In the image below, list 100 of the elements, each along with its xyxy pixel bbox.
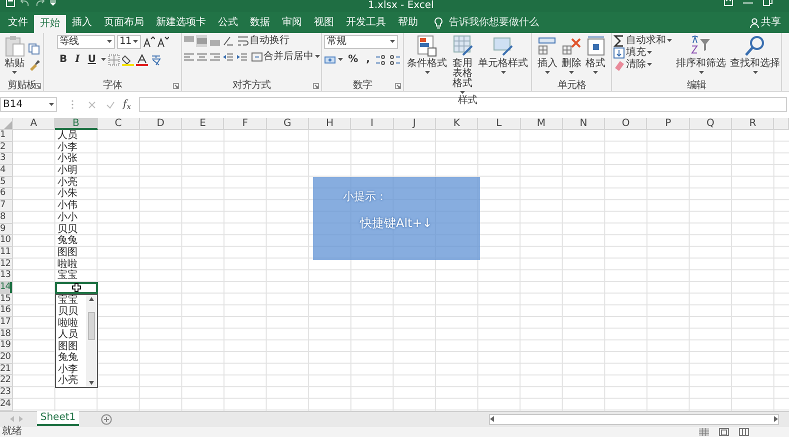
- row-header[interactable]: 6: [0, 188, 13, 200]
- font-name-field[interactable]: 等线: [56, 35, 114, 49]
- ribbon-button[interactable]: 条件格式: [406, 35, 448, 75]
- ribbon-button[interactable]: 格式: [584, 35, 606, 75]
- column-header[interactable]: B: [55, 118, 98, 130]
- column-header[interactable]: O: [605, 118, 648, 130]
- ribbon-tab[interactable]: 页面布局: [98, 12, 150, 33]
- column-header[interactable]: D: [140, 118, 182, 130]
- ribbon-tab[interactable]: 插入: [66, 12, 98, 33]
- insert-function-button[interactable]: f$_{x}$: [119, 97, 135, 112]
- row-header[interactable]: 5: [0, 176, 13, 188]
- row-header[interactable]: 22: [0, 375, 13, 388]
- column-header[interactable]: G: [266, 118, 310, 130]
- ribbon-tab[interactable]: 帮助: [392, 12, 424, 33]
- list-item[interactable]: 贝贝: [58, 306, 86, 318]
- row-header[interactable]: 4: [0, 165, 13, 177]
- ribbon-button[interactable]: 删除: [560, 35, 582, 75]
- merge-icon[interactable]: [250, 51, 262, 63]
- row-header[interactable]: 16: [0, 305, 13, 317]
- ribbon-tab[interactable]: 审阅: [276, 12, 308, 33]
- undo-icon[interactable]: [20, 0, 30, 7]
- list-item[interactable]: 人员: [58, 329, 86, 341]
- column-header[interactable]: P: [647, 118, 690, 130]
- list-item[interactable]: 啦啦: [58, 318, 86, 330]
- name-box[interactable]: B14: [0, 97, 57, 112]
- column-header[interactable]: L: [478, 118, 521, 130]
- row-header[interactable]: 1: [0, 130, 13, 142]
- dialog-launcher-icon[interactable]: [395, 83, 401, 89]
- scrollbar[interactable]: [86, 294, 97, 387]
- ribbon-button[interactable]: 查找和选择: [729, 35, 781, 75]
- column-header[interactable]: K: [436, 118, 478, 130]
- percent-button[interactable]: %: [345, 53, 362, 67]
- fill-down-icon[interactable]: [613, 47, 625, 59]
- row-header[interactable]: 15: [0, 294, 13, 306]
- copy-icon[interactable]: [28, 43, 40, 55]
- dialog-launcher-icon[interactable]: [35, 83, 41, 89]
- grow-font-icon[interactable]: [142, 36, 154, 48]
- row-header[interactable]: 11: [0, 246, 13, 259]
- column-header[interactable]: R: [732, 118, 774, 130]
- row-header[interactable]: 24: [0, 398, 13, 410]
- row-header[interactable]: 20: [0, 352, 13, 364]
- add-sheet-icon[interactable]: [101, 414, 112, 424]
- currency-icon[interactable]: [324, 54, 336, 66]
- column-header[interactable]: H: [309, 118, 352, 130]
- fill-color-icon[interactable]: [122, 54, 134, 66]
- column-header[interactable]: M: [520, 118, 563, 130]
- decrease-decimal-icon[interactable]: [388, 54, 401, 66]
- ribbon-button[interactable]: 排序和筛选: [675, 35, 727, 75]
- horizontal-scrollbar[interactable]: [489, 414, 779, 424]
- font-size-field[interactable]: 11: [116, 35, 140, 49]
- dropdown-list[interactable]: 宝宝 贝贝 啦啦 人员 图图 兔兔 小李 小亮: [55, 294, 98, 388]
- column-header[interactable]: A: [13, 118, 56, 130]
- ribbon-button[interactable]: 套用表格格式: [450, 35, 475, 95]
- row-header[interactable]: 17: [0, 317, 13, 329]
- column-header[interactable]: I: [351, 118, 394, 130]
- format-button[interactable]: I: [72, 53, 83, 67]
- phonetic-icon[interactable]: [150, 54, 162, 66]
- row-header[interactable]: 19: [0, 340, 13, 352]
- column-header[interactable]: C: [98, 118, 140, 130]
- align-right-icon[interactable]: [208, 51, 220, 63]
- ribbon-button[interactable]: 插入: [536, 35, 558, 75]
- dialog-launcher-icon[interactable]: [173, 83, 179, 89]
- column-header[interactable]: E: [182, 118, 224, 130]
- row-header[interactable]: 23: [0, 387, 13, 399]
- ribbon-button[interactable]: 清除: [612, 59, 673, 71]
- middle-align-icon[interactable]: [196, 35, 206, 47]
- list-item[interactable]: 图图: [58, 340, 86, 352]
- row-header[interactable]: 14: [0, 282, 13, 294]
- row-header[interactable]: 3: [0, 153, 13, 166]
- font-color-icon[interactable]: [136, 54, 148, 66]
- page-break-icon[interactable]: [739, 428, 749, 436]
- sum-icon[interactable]: [613, 35, 625, 47]
- wrap-text-icon[interactable]: [236, 35, 248, 47]
- ribbon-tab[interactable]: 数据: [244, 12, 276, 33]
- ribbon-button[interactable]: 粘贴: [4, 35, 26, 75]
- row-header[interactable]: 21: [0, 364, 13, 376]
- ribbon-button[interactable]: 单元格样式: [477, 35, 529, 75]
- align-left-icon[interactable]: [182, 51, 194, 63]
- row-header[interactable]: 7: [0, 200, 13, 212]
- list-item[interactable]: 小李: [58, 364, 86, 376]
- sheet-tab[interactable]: Sheet1: [37, 410, 79, 426]
- orientation-icon[interactable]: [222, 35, 234, 47]
- row-header[interactable]: 18: [0, 328, 13, 340]
- row-header[interactable]: 12: [0, 258, 13, 270]
- brush-icon[interactable]: [28, 59, 40, 71]
- ribbon-tab[interactable]: 开始: [34, 15, 66, 33]
- increase-indent-icon[interactable]: [236, 51, 248, 63]
- number-format-field[interactable]: 常规: [324, 35, 398, 49]
- row-header[interactable]: 13: [0, 270, 13, 282]
- ribbon-tab[interactable]: 视图: [308, 12, 340, 33]
- format-button[interactable]: B: [56, 53, 70, 67]
- comma-button[interactable]: ,: [363, 53, 373, 67]
- align-center-icon[interactable]: [196, 51, 206, 63]
- scroll-thumb[interactable]: [88, 312, 95, 340]
- selected-cell[interactable]: [55, 282, 98, 294]
- row-header[interactable]: 9: [0, 224, 13, 236]
- ribbon-button[interactable]: 自动换行: [236, 35, 290, 47]
- normal-view-icon[interactable]: [699, 428, 709, 436]
- shrink-font-icon[interactable]: [156, 36, 168, 48]
- list-item[interactable]: 兔兔: [58, 352, 86, 364]
